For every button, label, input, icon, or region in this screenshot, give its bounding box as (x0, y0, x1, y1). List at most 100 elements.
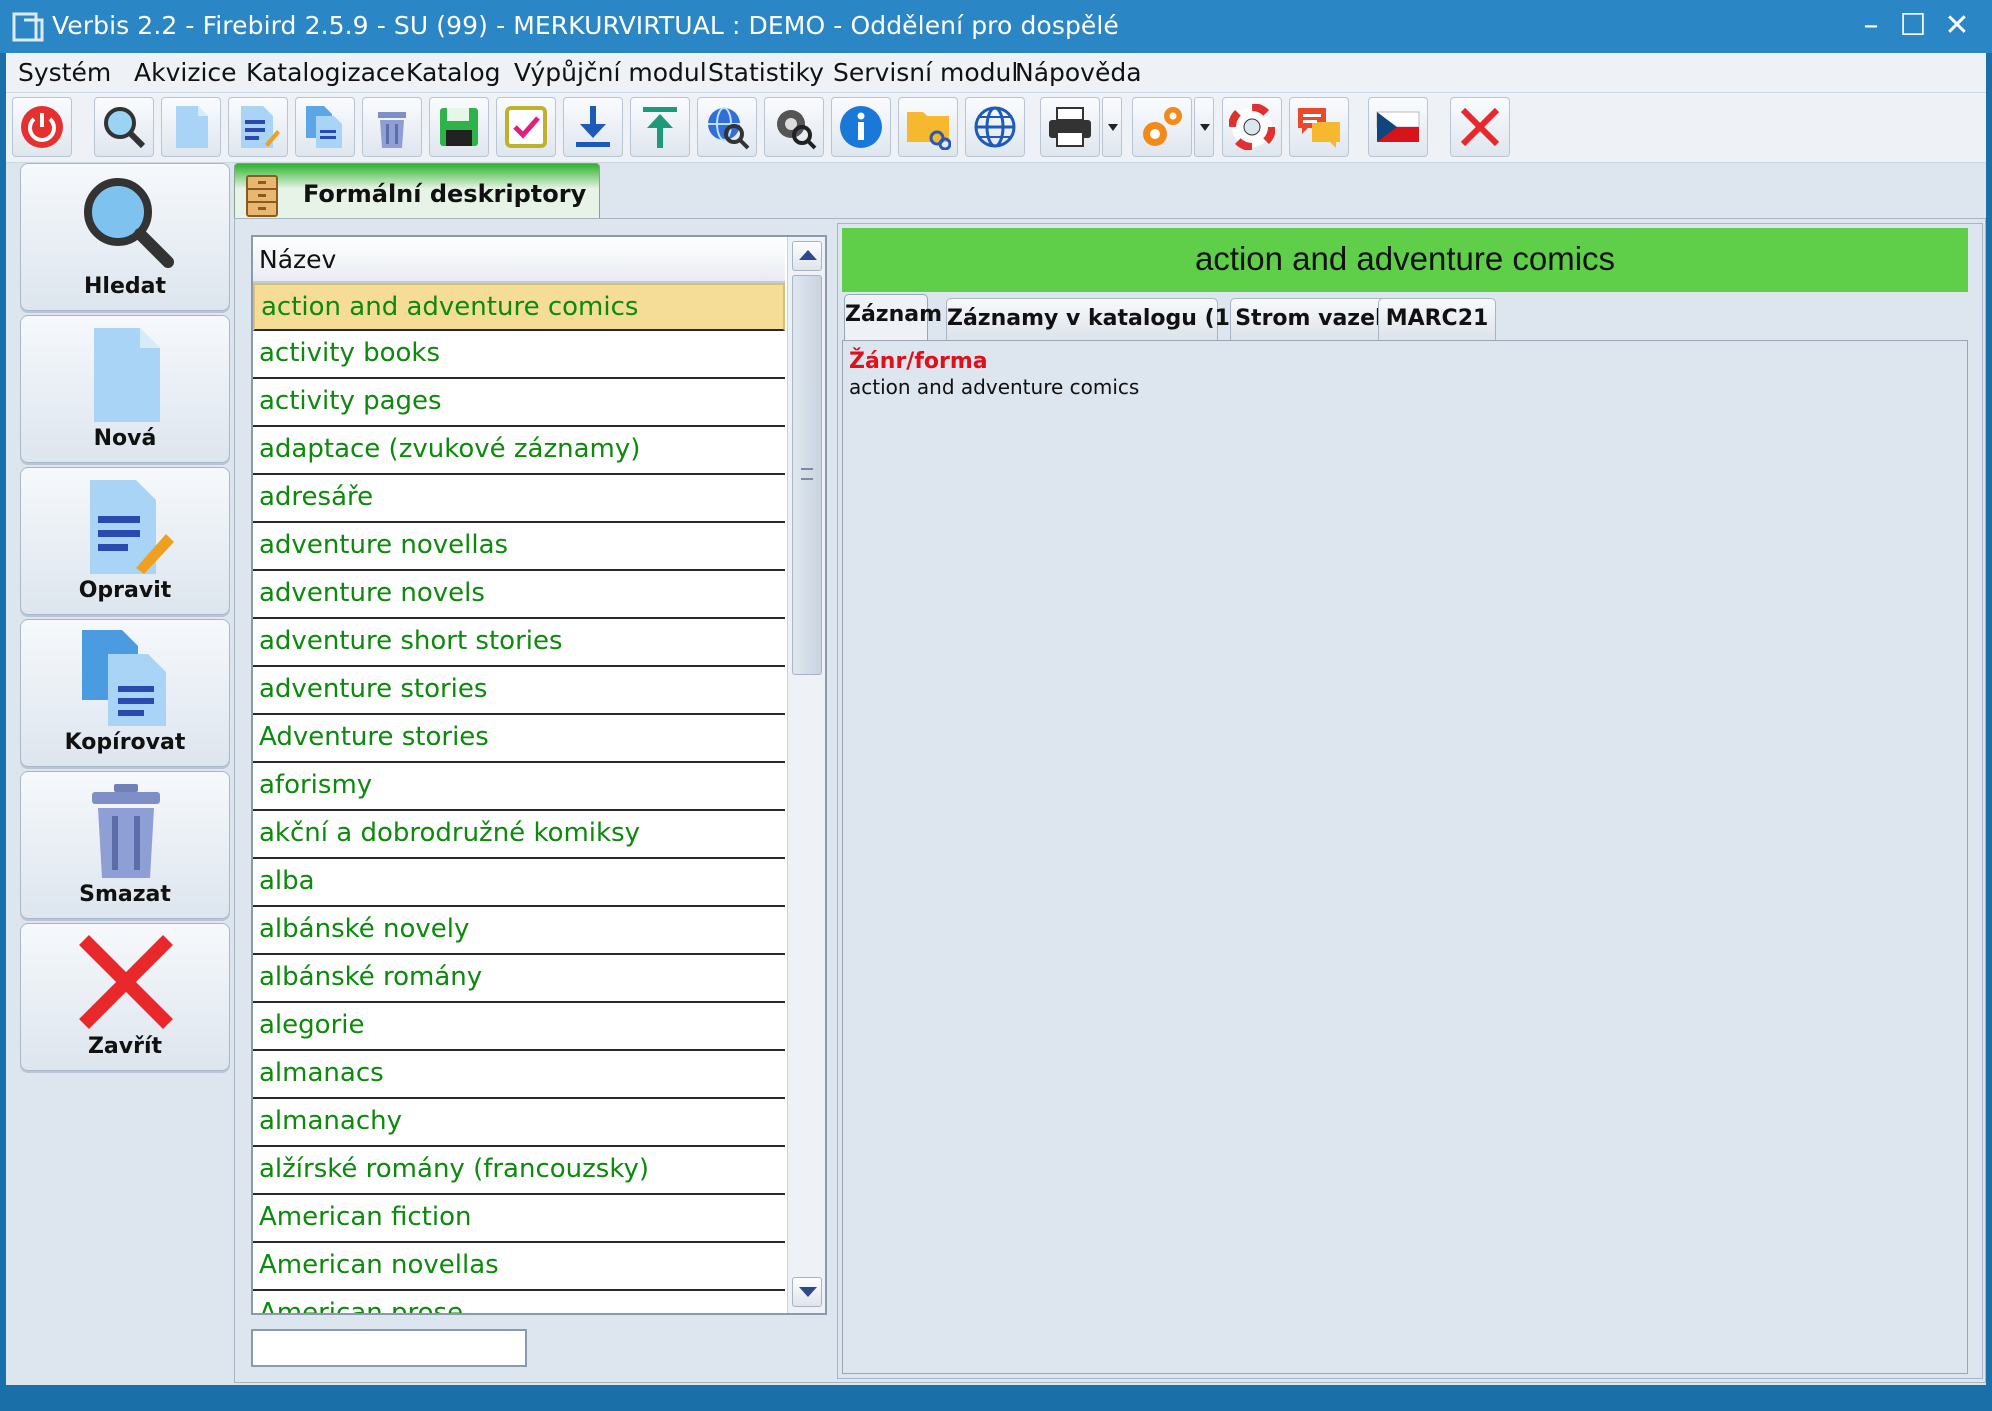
list-item[interactable]: adresáře (253, 475, 785, 523)
list-item[interactable]: Adventure stories (253, 715, 785, 763)
new-button-label: Nová (93, 426, 157, 451)
copy-document-icon (82, 630, 166, 726)
scroll-thumb[interactable] (792, 275, 822, 675)
tab-zaznamy-v-katalogu[interactable]: Záznamy v katalogu (1 + 0) (946, 298, 1289, 340)
menu-system[interactable]: Systém (18, 58, 111, 87)
edit-button[interactable]: Opravit (20, 467, 230, 615)
window-title: Verbis 2.2 - Firebird 2.5.9 - SU (99) - … (52, 11, 1119, 40)
menu-napoveda[interactable]: Nápověda (1015, 58, 1142, 87)
list-item[interactable]: adventure novels (253, 571, 785, 619)
tab-strom-vazeb[interactable]: Strom vazeb (1230, 298, 1396, 340)
toolbar-check-button[interactable] (496, 97, 556, 157)
list-item[interactable]: almanachy (253, 1099, 785, 1147)
close-window-button[interactable]: ✕ (1936, 6, 1978, 48)
toolbar-search-button[interactable] (94, 97, 154, 157)
toolbar-web-search-button[interactable] (697, 97, 757, 157)
list-item[interactable]: albánské novely (253, 907, 785, 955)
toolbar-new-button[interactable] (161, 97, 221, 157)
list-item[interactable]: alegorie (253, 1003, 785, 1051)
trash-icon (378, 112, 406, 148)
menu-servisni-modul[interactable]: Servisní modul (833, 58, 1018, 87)
menu-statistiky[interactable]: Statistiky (708, 58, 824, 87)
printer-icon (1049, 107, 1091, 147)
descriptor-panel: Název action and adventure comics activit… (234, 218, 1986, 1383)
new-document-icon (94, 328, 160, 422)
toolbar-help-button[interactable] (1222, 97, 1282, 157)
module-tab-label: Formální deskriptory (303, 180, 587, 208)
print-dropdown-button[interactable] (1102, 97, 1122, 157)
list-item[interactable]: American novellas (253, 1243, 785, 1291)
list-item[interactable]: adventure novellas (253, 523, 785, 571)
tab-marc21[interactable]: MARC21 (1378, 298, 1496, 340)
list-item[interactable]: adaptace (zvukové záznamy) (253, 427, 785, 475)
edit-document-icon (241, 106, 280, 148)
settings-search-icon (777, 110, 817, 150)
scroll-up-button[interactable] (792, 241, 822, 271)
list-item[interactable]: activity books (253, 331, 785, 379)
toolbar-settings-search-button[interactable] (764, 97, 824, 157)
list-item[interactable]: action and adventure comics (253, 283, 785, 331)
toolbar-globe-button[interactable] (965, 97, 1025, 157)
record-body: Žánr/forma action and adventure comics (842, 340, 1968, 1374)
toolbar-print-button[interactable] (1040, 97, 1100, 157)
toolbar-export-button[interactable] (630, 97, 690, 157)
info-icon (840, 106, 882, 148)
maximize-button[interactable]: ☐ (1892, 6, 1934, 48)
list-item[interactable]: adventure stories (253, 667, 785, 715)
search-icon (84, 178, 174, 268)
list-item[interactable]: alba (253, 859, 785, 907)
toolbar-delete-button[interactable] (362, 97, 422, 157)
field-value-zanr-forma: action and adventure comics (849, 375, 1140, 399)
tab-zaznam[interactable]: Záznam (844, 294, 942, 340)
power-button[interactable] (12, 97, 72, 157)
search-button[interactable]: Hledat (20, 163, 230, 311)
lifebuoy-icon (1229, 104, 1275, 150)
copy-button[interactable]: Kopírovat (20, 619, 230, 767)
list-search-input[interactable] (251, 1329, 527, 1367)
title-bar[interactable]: Verbis 2.2 - Firebird 2.5.9 - SU (99) - … (0, 0, 1992, 53)
list-item[interactable]: aforismy (253, 763, 785, 811)
toolbar-close-button[interactable] (1450, 97, 1510, 157)
app-logo-icon (12, 12, 44, 42)
app-window: Verbis 2.2 - Firebird 2.5.9 - SU (99) - … (0, 0, 1992, 1411)
minimize-button[interactable]: – (1850, 6, 1892, 48)
list-item[interactable]: akční a dobrodružné komiksy (253, 811, 785, 859)
chat-icon (1298, 108, 1340, 148)
list-item[interactable]: albánské romány (253, 955, 785, 1003)
list-item[interactable]: activity pages (253, 379, 785, 427)
menu-akvizice[interactable]: Akvizice (134, 58, 237, 87)
tab-formalni-deskriptory[interactable]: Formální deskriptory (234, 163, 600, 219)
menu-katalog[interactable]: Katalog (406, 58, 501, 87)
menu-bar: Systém Akvizice Katalogizace Katalog Výp… (6, 53, 1986, 93)
list-item[interactable]: American prose (253, 1291, 785, 1313)
new-button[interactable]: Nová (20, 315, 230, 463)
toolbar-edit-button[interactable] (228, 97, 288, 157)
menu-katalogizace[interactable]: Katalogizace (246, 58, 405, 87)
toolbar (6, 93, 1986, 163)
list-item[interactable]: alžírské romány (francouzsky) (253, 1147, 785, 1195)
menu-vypujcni-modul[interactable]: Výpůjční modul (514, 58, 707, 87)
record-title: action and adventure comics (842, 228, 1968, 292)
scroll-down-button[interactable] (792, 1277, 822, 1307)
toolbar-folder-link-button[interactable] (898, 97, 958, 157)
gears-dropdown-button[interactable] (1194, 97, 1214, 157)
toolbar-copy-button[interactable] (295, 97, 355, 157)
toolbar-save-button[interactable] (429, 97, 489, 157)
list-item[interactable]: almanacs (253, 1051, 785, 1099)
close-button[interactable]: Zavřít (20, 923, 230, 1071)
edit-document-icon (90, 480, 174, 574)
delete-button[interactable]: Smazat (20, 771, 230, 919)
toolbar-gears-button[interactable] (1132, 97, 1192, 157)
toolbar-language-button[interactable] (1368, 97, 1428, 157)
list-scrollbar[interactable] (787, 237, 825, 1313)
toolbar-import-button[interactable] (563, 97, 623, 157)
folder-link-icon (907, 112, 951, 150)
column-header-nazev[interactable]: Název (253, 237, 785, 283)
list-item[interactable]: American fiction (253, 1195, 785, 1243)
action-sidebar: Hledat Nová Opravit Kopírovat Smazat Zav… (12, 163, 232, 1385)
search-icon (104, 107, 146, 149)
delete-button-label: Smazat (79, 882, 171, 907)
toolbar-chat-button[interactable] (1289, 97, 1349, 157)
toolbar-info-button[interactable] (831, 97, 891, 157)
list-item[interactable]: adventure short stories (253, 619, 785, 667)
